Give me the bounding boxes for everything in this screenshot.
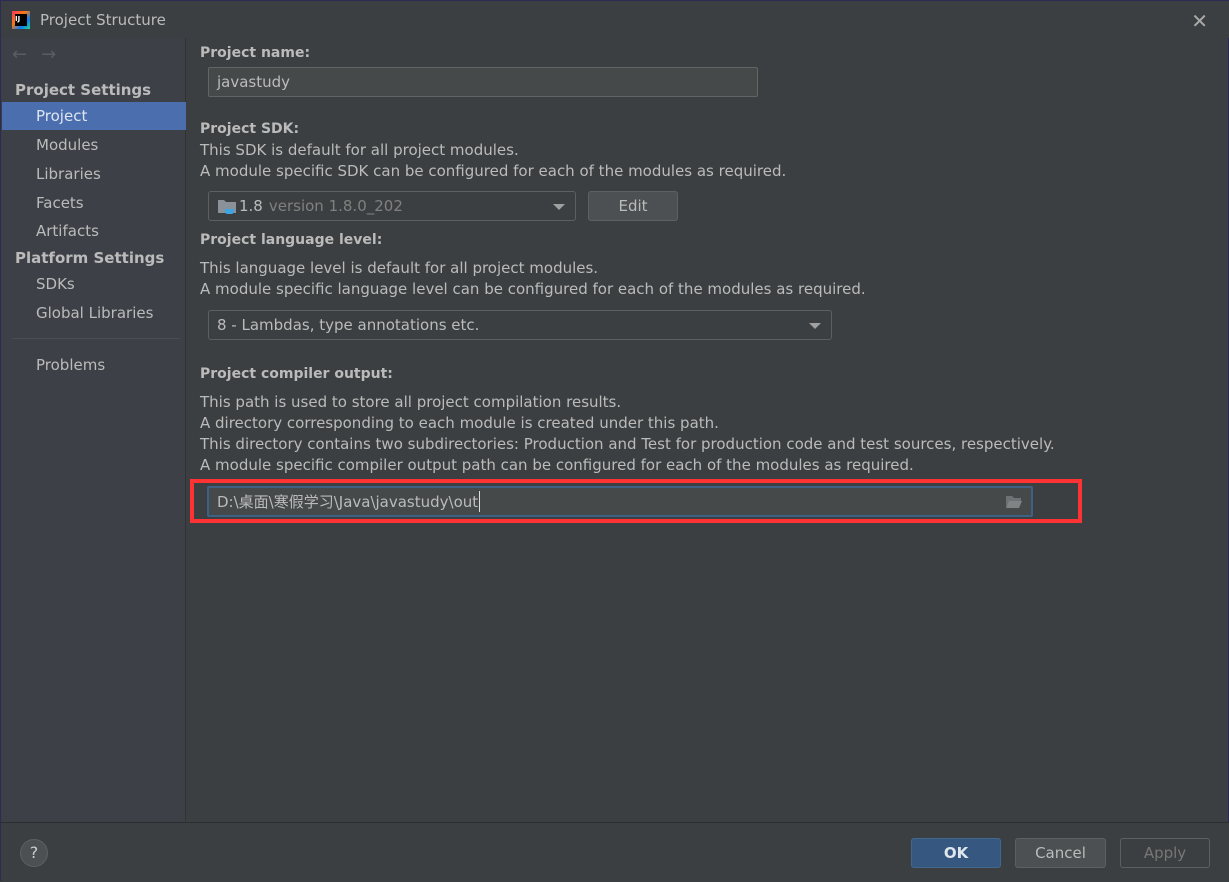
- section-platform-settings: Platform Settings: [15, 249, 165, 267]
- language-level-value: 8 - Lambdas, type annotations etc.: [217, 316, 480, 334]
- cancel-button[interactable]: Cancel: [1015, 838, 1106, 868]
- sidebar-item-modules[interactable]: Modules: [2, 131, 186, 159]
- sdk-description: This SDK is default for all project modu…: [200, 141, 519, 159]
- sidebar-item-problems[interactable]: Problems: [2, 351, 186, 379]
- sdk-description-2: A module specific SDK can be configured …: [200, 162, 787, 180]
- sdk-dropdown[interactable]: 1.8 version 1.8.0_202: [208, 191, 576, 221]
- ok-button[interactable]: OK: [911, 838, 1001, 868]
- sidebar-item-sdks[interactable]: SDKs: [2, 270, 186, 298]
- sidebar-item-facets[interactable]: Facets: [2, 189, 186, 217]
- compiler-output-value: D:\桌面\寒假学习\Java\javastudy\out: [217, 491, 481, 512]
- close-icon[interactable]: ✕: [1191, 9, 1208, 33]
- project-name-label: Project name:: [200, 45, 311, 61]
- help-button[interactable]: ?: [20, 839, 48, 867]
- chevron-down-icon: [553, 204, 565, 210]
- sidebar-item-global-libraries[interactable]: Global Libraries: [2, 299, 186, 327]
- divider: [12, 338, 180, 339]
- window-title: Project Structure: [40, 10, 166, 29]
- back-icon[interactable]: ←: [12, 44, 41, 65]
- chevron-down-icon: [809, 323, 821, 329]
- compiler-output-description: This path is used to store all project c…: [200, 393, 622, 411]
- compiler-output-description-3: This directory contains two subdirectori…: [200, 435, 1055, 453]
- sdk-version: version 1.8.0_202: [268, 197, 403, 215]
- section-project-settings: Project Settings: [15, 81, 152, 99]
- compiler-output-label: Project compiler output:: [200, 366, 393, 382]
- sdk-edit-button[interactable]: Edit: [588, 191, 678, 221]
- apply-button[interactable]: Apply: [1120, 838, 1210, 868]
- nav-arrows: ←→: [12, 44, 70, 65]
- project-name-value: javastudy: [217, 73, 291, 91]
- sidebar: ←→ Project Settings Project Modules Libr…: [2, 38, 186, 822]
- title-bar: Project Structure ✕: [1, 1, 1229, 38]
- compiler-output-description-4: A module specific compiler output path c…: [200, 456, 914, 474]
- compiler-output-input[interactable]: D:\桌面\寒假学习\Java\javastudy\out: [207, 486, 1033, 517]
- intellij-logo-icon: [12, 10, 30, 29]
- project-name-input[interactable]: javastudy: [208, 67, 758, 97]
- compiler-output-description-2: A directory corresponding to each module…: [200, 414, 719, 432]
- project-sdk-label: Project SDK:: [200, 121, 300, 137]
- language-level-label: Project language level:: [200, 232, 383, 248]
- forward-icon[interactable]: →: [41, 44, 70, 65]
- browse-folder-icon[interactable]: [1005, 494, 1023, 509]
- sidebar-item-project[interactable]: Project: [2, 102, 186, 130]
- sidebar-item-libraries[interactable]: Libraries: [2, 160, 186, 188]
- language-level-dropdown[interactable]: 8 - Lambdas, type annotations etc.: [208, 310, 832, 340]
- sidebar-item-artifacts[interactable]: Artifacts: [2, 217, 186, 245]
- jdk-folder-icon: [218, 200, 236, 215]
- language-level-description: This language level is default for all p…: [200, 259, 599, 277]
- sdk-value: 1.8: [239, 197, 263, 215]
- language-level-description-2: A module specific language level can be …: [200, 280, 866, 298]
